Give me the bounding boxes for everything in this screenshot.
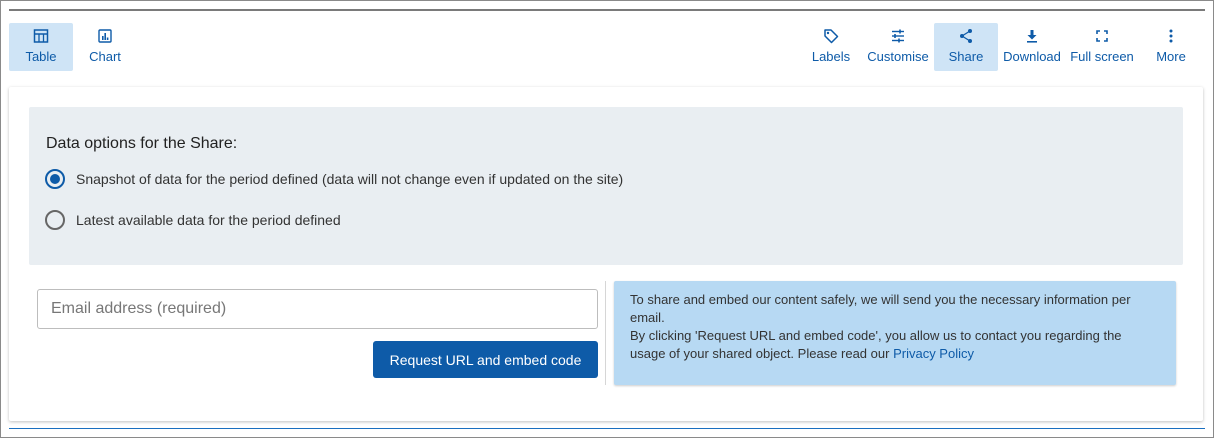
- radio-option-snapshot-label: Snapshot of data for the period defined …: [76, 171, 624, 187]
- share-panel: Data options for the Share: Snapshot of …: [9, 87, 1203, 421]
- info-text-2: By clicking 'Request URL and embed code'…: [630, 328, 1122, 361]
- customise-button[interactable]: Customise: [865, 23, 931, 71]
- info-text-1: To share and embed our content safely, w…: [630, 292, 1131, 325]
- table-icon: [33, 29, 49, 43]
- info-text-2-wrap: By clicking 'Request URL and embed code'…: [630, 327, 1160, 363]
- radio-option-latest[interactable]: Latest available data for the period def…: [45, 210, 341, 230]
- radio-option-latest-label: Latest available data for the period def…: [76, 212, 341, 228]
- share-icon: [960, 29, 972, 43]
- fullscreen-button-label: Full screen: [1070, 49, 1134, 64]
- tab-chart-label: Chart: [89, 49, 121, 64]
- download-icon: [1027, 30, 1037, 43]
- top-divider: [9, 9, 1205, 11]
- share-button[interactable]: Share: [934, 23, 998, 71]
- chart-icon: [98, 29, 112, 43]
- sliders-icon: [892, 29, 904, 43]
- vertical-divider: [605, 281, 606, 385]
- email-field[interactable]: [37, 289, 598, 329]
- fullscreen-icon: [1096, 30, 1108, 42]
- more-vertical-icon: [1169, 29, 1173, 43]
- tab-chart[interactable]: Chart: [81, 23, 129, 71]
- bottom-divider: [9, 428, 1205, 429]
- tag-icon: [824, 29, 839, 44]
- more-button-label: More: [1156, 49, 1186, 64]
- share-button-label: Share: [948, 49, 984, 64]
- labels-button-label: Labels: [811, 49, 851, 64]
- more-button[interactable]: More: [1149, 23, 1193, 71]
- fullscreen-button[interactable]: Full screen: [1069, 23, 1135, 71]
- data-options-box: Data options for the Share: Snapshot of …: [29, 107, 1183, 265]
- radio-button-checked[interactable]: [45, 169, 65, 189]
- tab-table[interactable]: Table: [9, 23, 73, 71]
- radio-option-snapshot[interactable]: Snapshot of data for the period defined …: [45, 169, 623, 189]
- privacy-policy-link[interactable]: Privacy Policy: [893, 346, 974, 361]
- toolbar: Table Chart Labels Customise Share Downl…: [9, 15, 1205, 79]
- share-dialog-frame: Table Chart Labels Customise Share Downl…: [0, 0, 1214, 438]
- tab-table-label: Table: [25, 49, 57, 64]
- labels-button[interactable]: Labels: [807, 23, 855, 71]
- data-options-title: Data options for the Share:: [46, 135, 238, 152]
- download-button[interactable]: Download: [1001, 23, 1063, 71]
- customise-button-label: Customise: [867, 49, 929, 64]
- radio-button-unchecked[interactable]: [45, 210, 65, 230]
- info-box: To share and embed our content safely, w…: [614, 281, 1176, 385]
- download-button-label: Download: [1003, 49, 1061, 64]
- request-url-button[interactable]: Request URL and embed code: [373, 341, 598, 378]
